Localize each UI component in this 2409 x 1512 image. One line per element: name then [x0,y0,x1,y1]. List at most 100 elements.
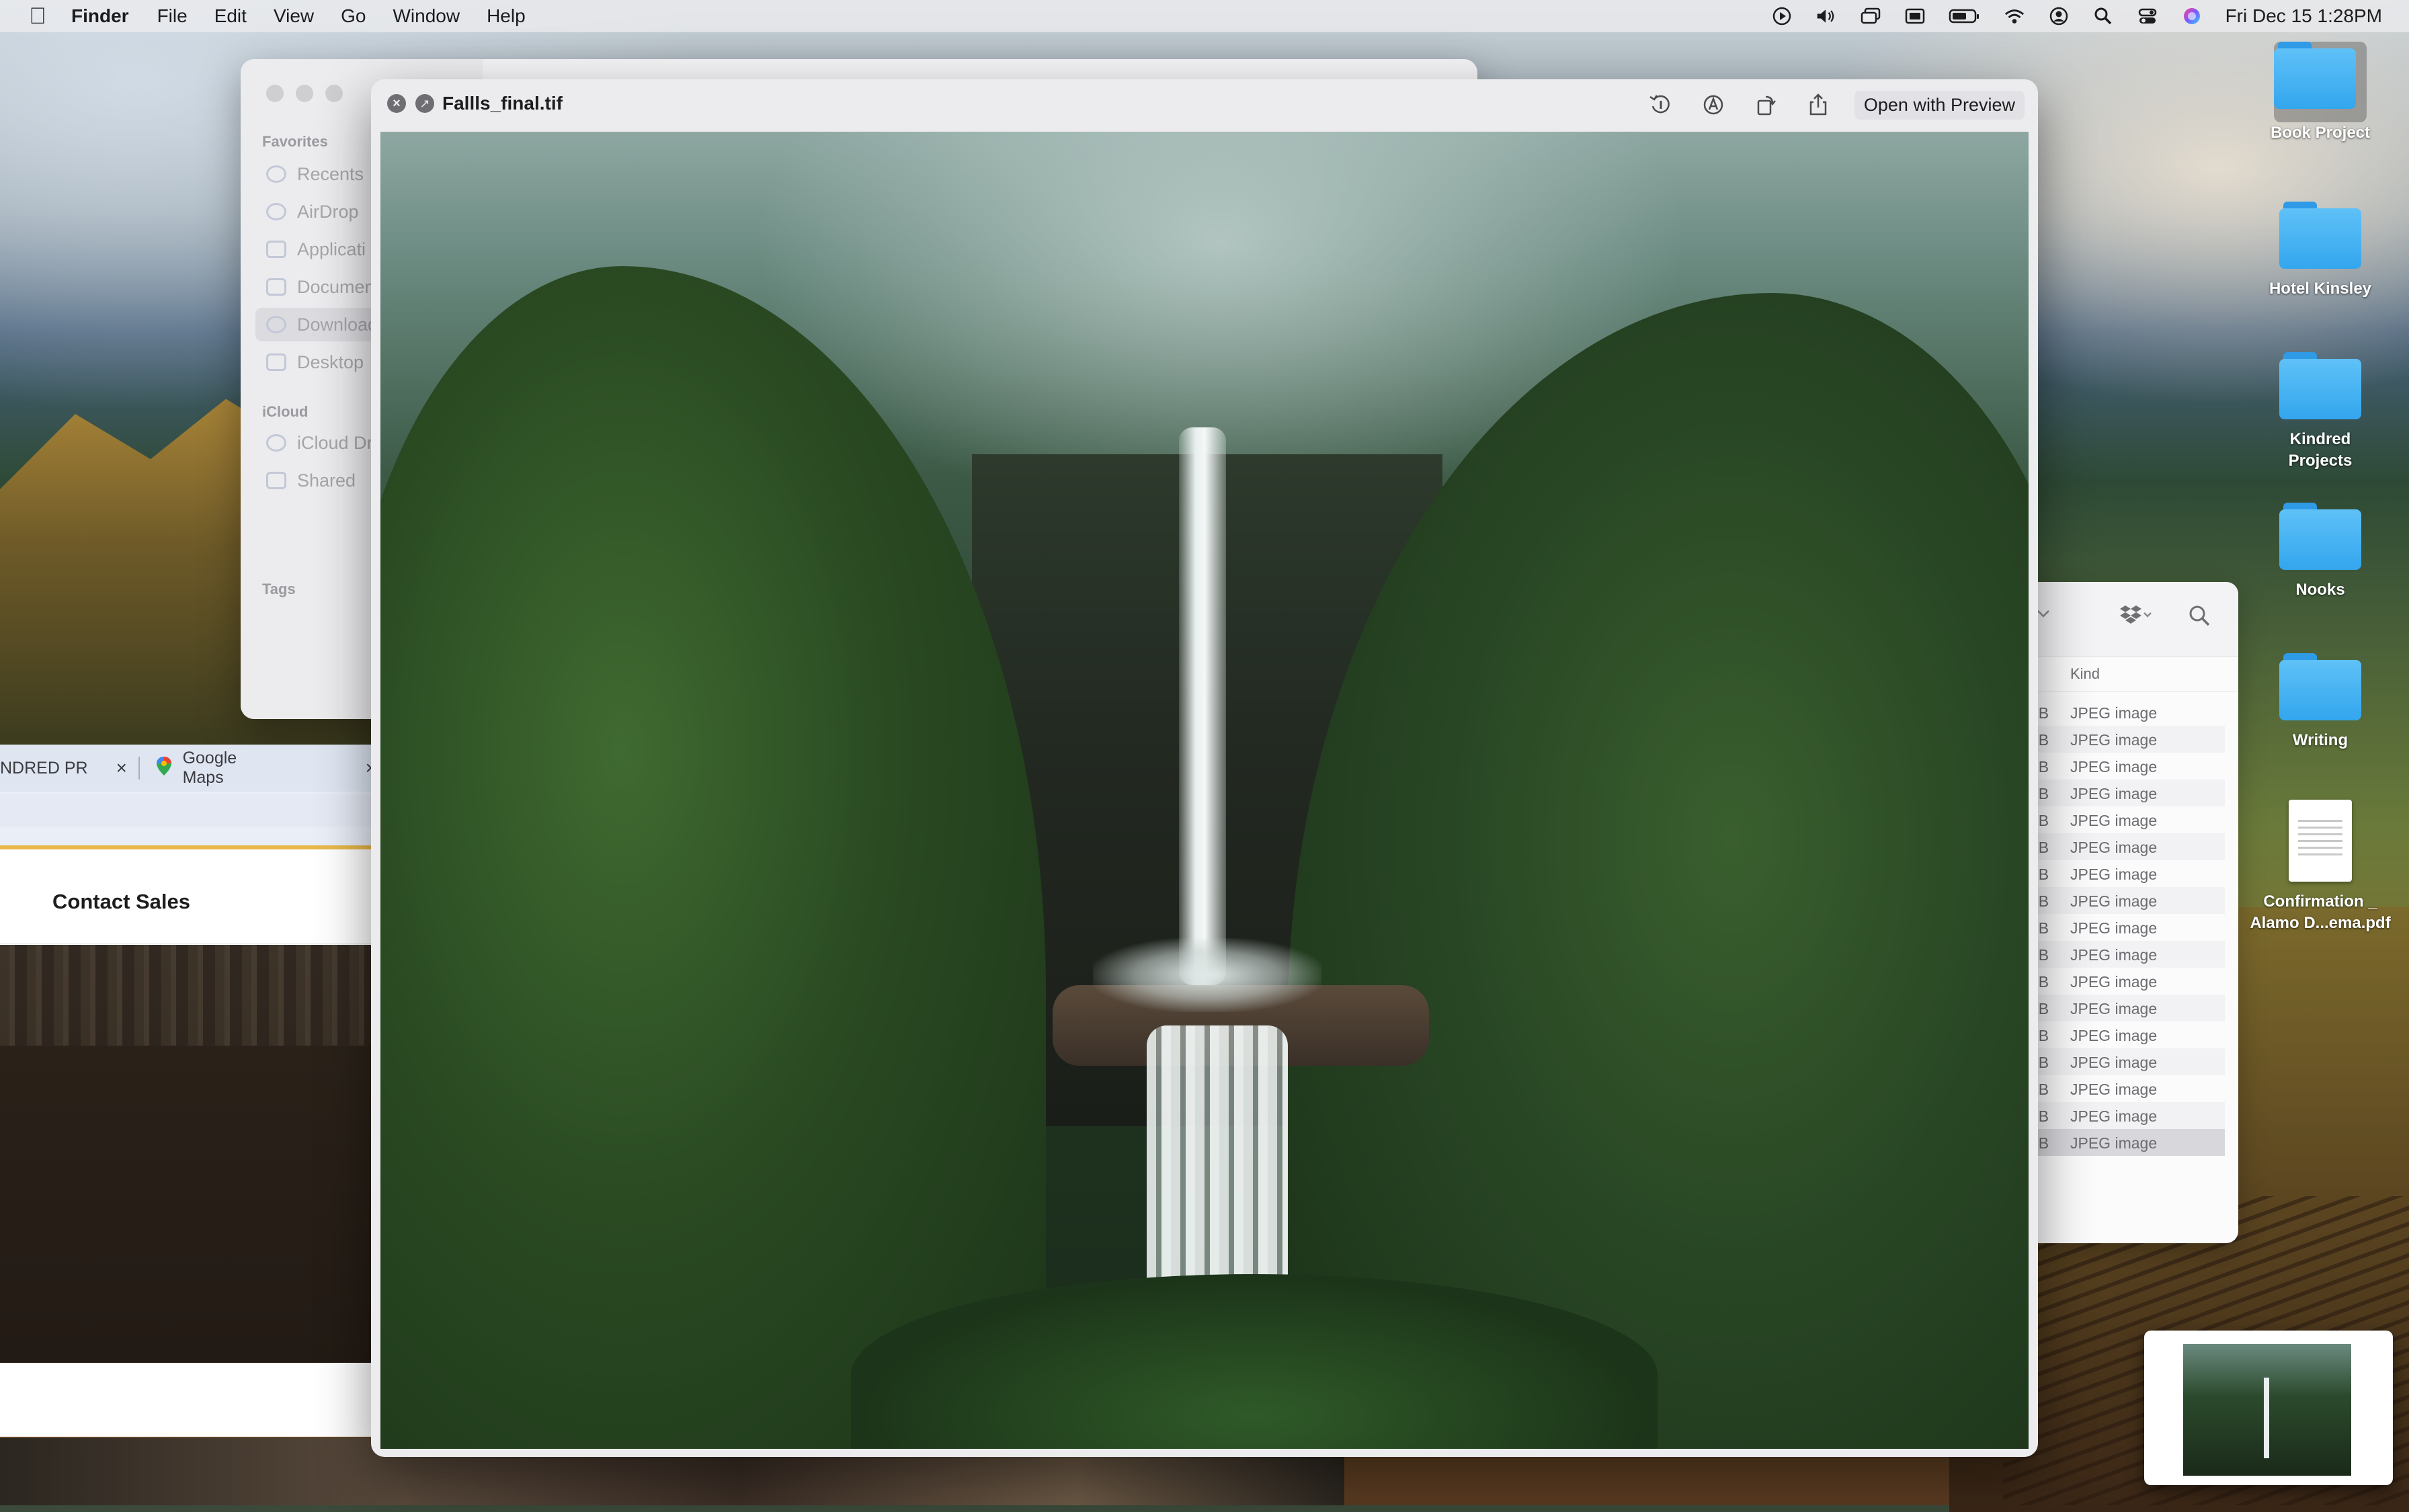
list-row[interactable]: 1B JPEG image [2016,1102,2225,1129]
file-kind: JPEG image [2070,946,2158,964]
sidebar-item-label: Recents [297,163,364,184]
rotate-icon[interactable] [1750,90,1782,120]
list-row[interactable]: 1B JPEG image [2016,1048,2225,1075]
list-row[interactable]: 1B JPEG image [2016,780,2225,806]
apple-menu-icon[interactable]:  [24,3,51,30]
siri-icon[interactable] [2181,6,2203,26]
display-icon[interactable] [1904,6,1926,26]
close-icon[interactable]: × [116,757,127,779]
desktop-icon-label: Kindred Projects [2288,430,2353,470]
desktop-folder-hotel-kinsley[interactable]: Hotel Kinsley [2256,202,2384,300]
fullscreen-icon[interactable]: ↗ [415,94,434,113]
battery-icon[interactable] [1949,6,1981,26]
browser-tab[interactable]: NDRED PR × [0,751,127,785]
desktop-icon-label: Writing [2292,731,2349,749]
control-center-icon[interactable] [2137,6,2158,26]
rotate-info-icon[interactable] [1645,90,1677,120]
desktop-folder-book-project[interactable]: Book Project [2256,42,2384,144]
menu-go[interactable]: Go [341,5,366,27]
tab-divider [138,757,140,780]
spotlight-icon[interactable] [2092,6,2114,26]
list-row[interactable]: 1B JPEG image [2016,995,2225,1021]
folder-icon [2279,503,2361,570]
file-kind: JPEG image [2070,731,2158,749]
file-kind: JPEG image [2070,704,2158,722]
file-kind: JPEG image [2070,758,2158,775]
sidebar-item-label: Download [297,314,378,335]
list-row[interactable]: 1B JPEG image [2016,1075,2225,1102]
list-row[interactable]: 1B JPEG image [2016,726,2225,753]
menu-help[interactable]: Help [487,5,526,27]
menu-clock[interactable]: Fri Dec 15 1:28PM [2226,5,2382,27]
quick-look-toolbar: Open with Preview [1645,89,2025,121]
chevron-down-icon[interactable] [2037,609,2050,622]
quick-look-window: × ↗ Fallls_final.tif Open with Preview [371,79,2038,1457]
menu-bar:  Finder File Edit View Go Window Help [0,0,2409,32]
sidebar-item-label: AirDrop [297,201,359,222]
menu-file[interactable]: File [157,5,188,27]
desktop-folder-kindred-projects[interactable]: Kindred Projects [2256,352,2384,472]
file-kind: JPEG image [2070,892,2158,910]
file-kind: JPEG image [2070,973,2158,991]
list-row[interactable]: 1B JPEG image [2016,699,2225,726]
address-bar[interactable] [0,794,376,827]
list-row[interactable]: 1B JPEG image [2016,887,2225,914]
sidebar-section-tags: Tags [262,581,296,597]
menu-edit[interactable]: Edit [214,5,247,27]
wifi-icon[interactable] [2004,6,2025,26]
close-button[interactable] [266,85,284,102]
file-kind: JPEG image [2070,1134,2158,1152]
sidebar-section-favorites: Favorites [262,133,328,150]
desktop-icon-label-line: Confirmation _ [2263,892,2377,911]
browser-tab-strip: NDRED PR × Google Maps × [0,745,376,792]
search-icon[interactable] [2187,603,2211,631]
play-icon[interactable] [1771,6,1793,26]
open-with-preview-button[interactable]: Open with Preview [1854,90,2025,120]
file-kind: JPEG image [2070,866,2158,883]
list-row[interactable]: 1B JPEG image [2016,1129,2225,1156]
list-row[interactable]: 1B JPEG image [2016,806,2225,833]
list-row[interactable]: 1B JPEG image [2016,914,2225,941]
column-header-kind[interactable]: Kind [2016,657,2238,691]
dropbox-icon[interactable] [2117,605,2152,628]
sidebar-item-label: Documen [297,276,375,297]
folder-icon [2279,202,2361,269]
file-kind: JPEG image [2070,1107,2158,1125]
cloud-icon [266,434,286,452]
close-icon[interactable]: × [387,94,406,113]
finder-list-window: Kind 1B JPEG image 1B JPEG image 1B JPEG imag… [2016,582,2238,1243]
menu-window[interactable]: Window [393,5,460,27]
airdrop-icon [266,203,286,220]
list-row[interactable]: 1B JPEG image [2016,833,2225,860]
list-row[interactable]: 1B JPEG image [2016,753,2225,780]
zoom-button[interactable] [325,85,343,102]
markup-icon[interactable] [1697,90,1729,120]
volume-icon[interactable] [1815,6,1837,26]
desktop-icon-label: Hotel Kinsley [2269,280,2372,298]
folder-icon [2279,352,2361,419]
file-kind: JPEG image [2070,1081,2158,1098]
image-upper-waterfall [1179,427,1226,985]
folder-icon [2279,653,2361,720]
screenshot-thumbnail[interactable] [2144,1331,2393,1485]
share-icon[interactable] [1802,90,1834,120]
list-row[interactable]: 1B JPEG image [2016,941,2225,968]
desktop-icon [266,353,286,371]
sidebar-section-icloud: iCloud [262,403,309,420]
contact-sales-link[interactable]: Contact Sales [52,890,190,914]
user-icon[interactable] [2048,6,2070,26]
desktop-folder-nooks[interactable]: Nooks [2256,503,2384,601]
browser-tab-google-maps[interactable]: Google Maps × [138,749,376,787]
tab-title: Google Maps [182,749,237,787]
desktop-icon-label: Nooks [2295,581,2345,599]
list-row[interactable]: 1B JPEG image [2016,860,2225,887]
list-row[interactable]: 1B JPEG image [2016,1021,2225,1048]
menu-view[interactable]: View [274,5,314,27]
list-row[interactable]: 1B JPEG image [2016,968,2225,995]
desktop-folder-writing[interactable]: Writing [2256,653,2384,751]
minimize-button[interactable] [296,85,313,102]
desktop-file-confirmation-pdf[interactable]: Confirmation _ Alamo D...ema.pdf [2243,800,2398,934]
folder-icon [2274,42,2367,122]
app-menu[interactable]: Finder [71,5,129,27]
screen-mirror-icon[interactable] [1860,6,1881,26]
